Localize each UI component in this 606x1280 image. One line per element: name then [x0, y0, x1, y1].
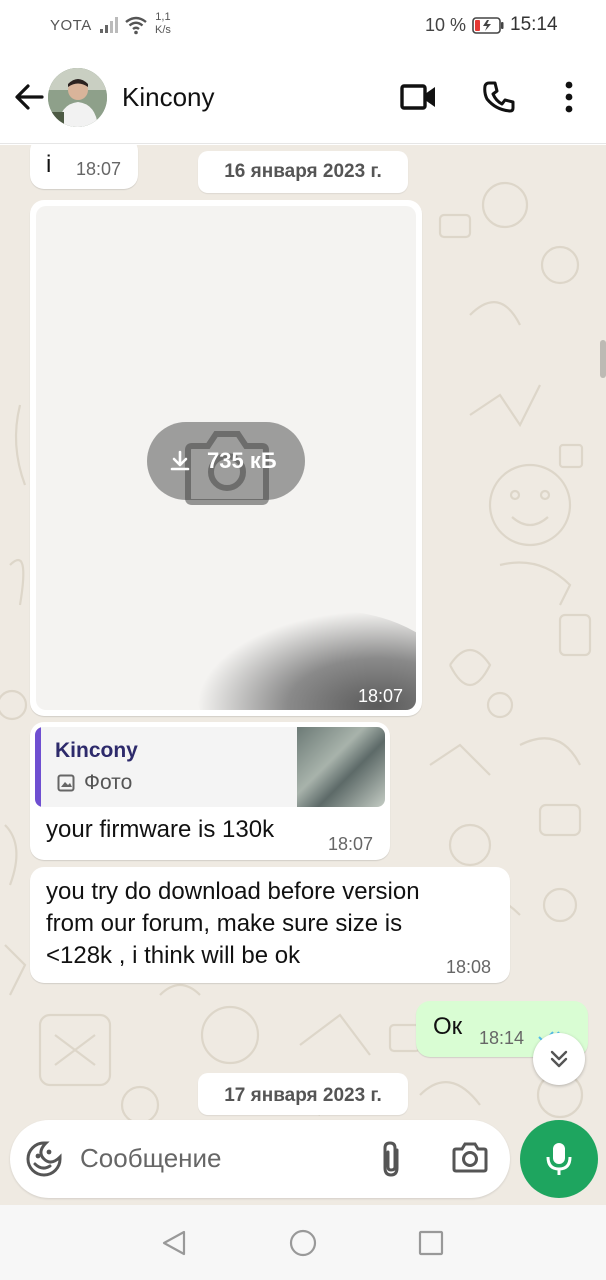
microphone-icon	[546, 1143, 572, 1175]
more-vert-icon[interactable]	[558, 80, 580, 114]
message-bubble-reply[interactable]: Kincony Фото your firmware is 130k 18:07	[30, 722, 390, 860]
system-navigation-bar	[0, 1205, 606, 1280]
battery-percent: 10 %	[425, 15, 467, 35]
carrier-label: YOTA	[50, 17, 92, 34]
date-divider: 16 января 2023 г.	[198, 151, 408, 193]
nav-recents-icon[interactable]	[418, 1230, 444, 1256]
emoji-sticker-icon[interactable]	[25, 1140, 63, 1178]
message-text: i	[46, 151, 52, 178]
speed-value: 1,1	[155, 11, 171, 23]
chat-area[interactable]: i 18:07 16 января 2023 г. 735 кБ 18:07 K…	[0, 145, 606, 1205]
message-line: you try do download before version	[46, 878, 420, 905]
download-icon	[170, 450, 190, 471]
phone-icon[interactable]	[482, 80, 516, 114]
nav-home-icon[interactable]	[289, 1229, 317, 1257]
photo-message[interactable]: 735 кБ 18:07	[30, 200, 422, 716]
message-time: 18:07	[328, 834, 374, 854]
message-bubble-incoming[interactable]: you try do download before version from …	[30, 867, 510, 983]
wifi-icon	[125, 16, 147, 35]
message-bubble-incoming[interactable]: i 18:07	[30, 145, 138, 189]
chat-header: Kincony	[0, 52, 606, 144]
message-time: 18:14	[479, 1028, 525, 1048]
contact-name[interactable]: Kincony	[122, 82, 215, 113]
message-composer	[10, 1120, 510, 1198]
message-line: <128k , i think will be ok	[46, 942, 301, 969]
message-time: 18:07	[76, 159, 122, 179]
back-arrow-icon[interactable]	[12, 80, 46, 114]
status-bar: YOTA 1,1 K/s 10 % 15:14	[0, 0, 606, 52]
message-text: your firmware is 130k	[46, 816, 275, 843]
voice-message-button[interactable]	[520, 1120, 598, 1198]
paperclip-icon[interactable]	[378, 1140, 404, 1178]
message-text: Ок	[433, 1013, 463, 1040]
nav-back-icon[interactable]	[160, 1229, 188, 1257]
image-icon	[57, 774, 75, 792]
quote-text: Фото	[84, 771, 133, 794]
scrollbar-thumb[interactable]	[600, 340, 606, 378]
quote-thumbnail	[297, 727, 385, 807]
speed-unit: K/s	[155, 24, 171, 36]
battery-icon	[472, 17, 504, 34]
scroll-to-bottom-button[interactable]	[533, 1033, 585, 1085]
contact-avatar[interactable]	[48, 68, 107, 127]
status-time: 15:14	[510, 14, 558, 35]
chevron-double-down-icon	[550, 1050, 568, 1068]
message-line: from our forum, make sure size is	[46, 910, 403, 937]
message-input[interactable]	[80, 1140, 340, 1176]
date-divider: 17 января 2023 г.	[198, 1073, 408, 1115]
signal-icon	[100, 17, 118, 33]
photo-preview[interactable]: 735 кБ 18:07	[36, 206, 416, 710]
camera-icon[interactable]	[452, 1141, 488, 1173]
quote-author: Kincony	[55, 739, 138, 762]
message-time: 18:08	[446, 957, 492, 977]
network-speed: 1,1 K/s	[155, 11, 171, 37]
message-time: 18:07	[358, 686, 404, 706]
photo-size: 735 кБ	[207, 448, 277, 473]
quoted-message[interactable]: Kincony Фото	[35, 727, 385, 807]
quote-accent-bar	[35, 727, 41, 807]
video-call-icon[interactable]	[400, 82, 438, 112]
